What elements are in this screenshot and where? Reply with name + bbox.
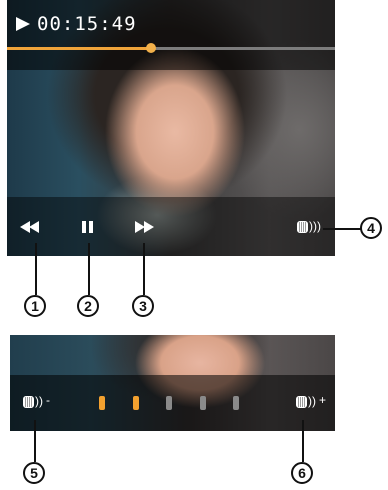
progress-bar[interactable] [7,43,335,53]
speaker-icon: )) [23,394,43,409]
volume-segment [99,396,105,410]
volume-bar: )) - )) + [10,375,335,431]
volume-screen: )) - )) + [10,335,335,431]
volume-button[interactable]: ))) [297,219,321,236]
volume-segment [199,396,206,410]
fast-forward-button[interactable] [133,221,157,235]
callout-3: 3 [132,295,154,317]
play-icon [16,17,30,31]
callout-leader [323,228,361,230]
control-bar [7,197,335,256]
callout-5: 5 [23,462,45,484]
pause-button[interactable] [81,221,95,235]
callout-leader [302,420,304,462]
callout-4: 4 [360,217,382,239]
rewind-button[interactable] [18,221,42,235]
volume-up-button[interactable]: )) + [296,393,332,411]
progress-knob[interactable] [146,43,157,53]
volume-down-button[interactable]: )) - [23,393,57,411]
volume-segment [132,396,139,410]
plus-sign: + [319,393,327,407]
callout-leader [143,243,145,295]
speaker-icon: )) [296,394,316,409]
volume-segment [166,396,172,410]
callout-6: 6 [291,462,313,484]
volume-segment [233,396,239,410]
callout-leader [35,243,37,295]
video-player-screen: 00:15:49 [7,0,335,256]
minus-sign: - [46,393,50,407]
progress-fill [7,47,152,50]
callout-2: 2 [77,295,99,317]
elapsed-time: 00:15:49 [37,13,137,35]
speaker-icon: ))) [297,219,321,234]
status-bar: 00:15:49 [7,0,335,70]
callout-leader [88,243,90,295]
callout-1: 1 [24,295,46,317]
callout-leader [34,420,36,462]
